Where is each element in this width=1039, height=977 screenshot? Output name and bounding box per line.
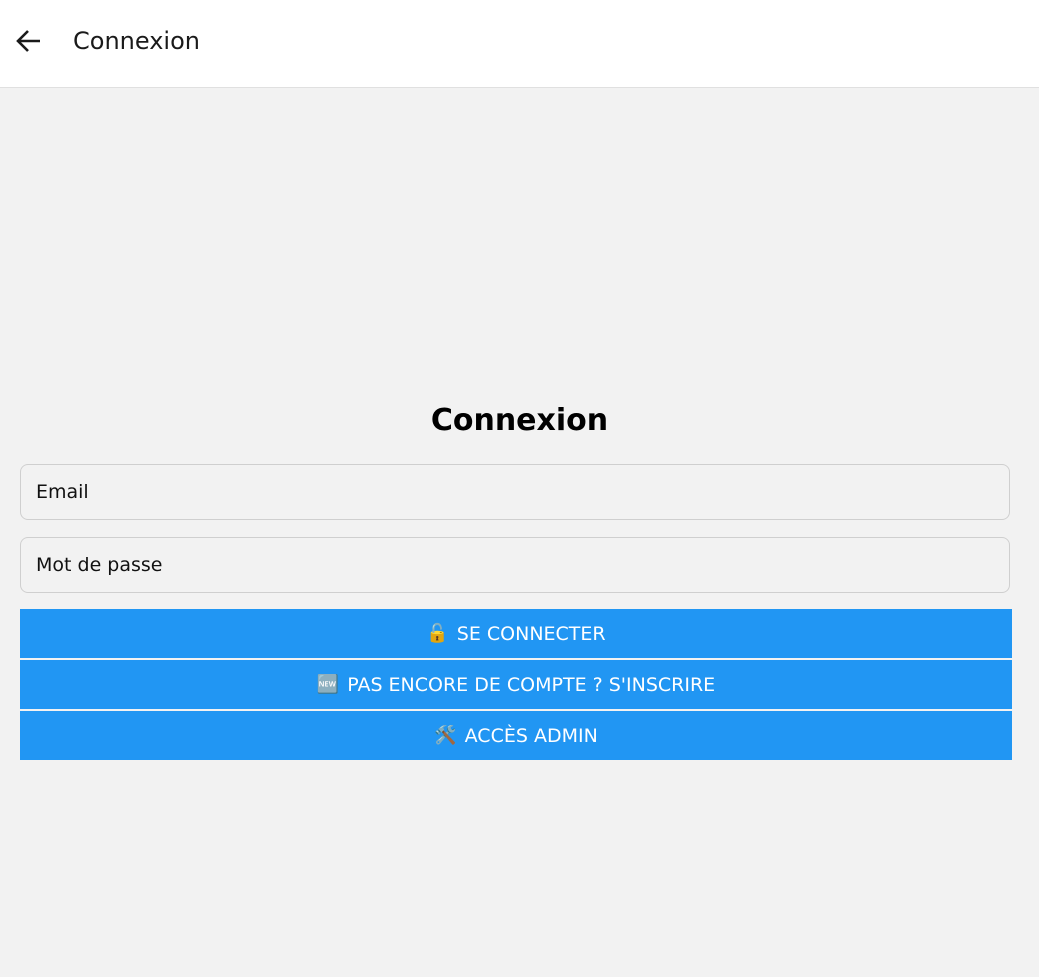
- page-title: Connexion: [430, 403, 609, 438]
- signup-button[interactable]: 🆕 PAS ENCORE DE COMPTE ? S'INSCRIRE: [20, 660, 1012, 709]
- login-button[interactable]: 🔓 SE CONNECTER: [20, 609, 1012, 658]
- signup-button-label: PAS ENCORE DE COMPTE ? S'INSCRIRE: [347, 673, 716, 696]
- tools-icon: 🛠️: [434, 725, 457, 746]
- password-field[interactable]: [20, 537, 1010, 593]
- password-input[interactable]: [21, 538, 1009, 592]
- admin-access-button-label: ACCÈS ADMIN: [464, 724, 598, 747]
- app-bar: Connexion: [0, 0, 1039, 88]
- admin-access-button[interactable]: 🛠️ ACCÈS ADMIN: [20, 711, 1012, 760]
- back-button[interactable]: [14, 26, 44, 56]
- new-icon: 🆕: [316, 674, 340, 695]
- login-button-label: SE CONNECTER: [456, 622, 606, 645]
- unlock-icon: 🔓: [426, 623, 449, 644]
- arrow-left-icon: [16, 30, 40, 52]
- email-input[interactable]: [21, 465, 1009, 519]
- app-bar-title: Connexion: [73, 27, 200, 55]
- email-field[interactable]: [20, 464, 1010, 520]
